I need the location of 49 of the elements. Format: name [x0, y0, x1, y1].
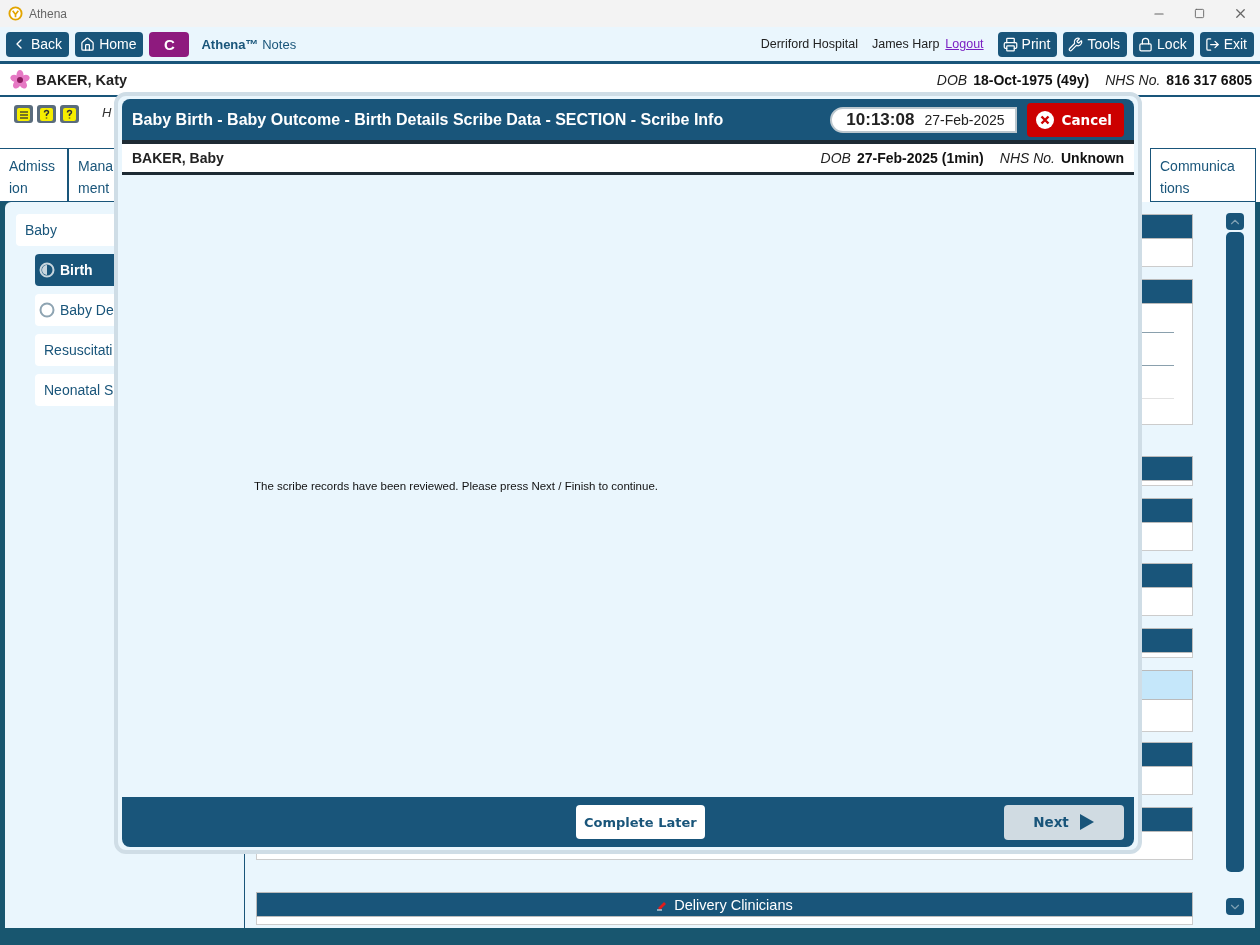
app-badge[interactable]: C: [149, 31, 190, 57]
home-button[interactable]: Home: [75, 31, 144, 57]
nhs-value: 816 317 6805: [1166, 71, 1252, 88]
dob-label: DOB: [936, 71, 968, 88]
tools-button[interactable]: Tools: [1063, 31, 1128, 57]
maximize-icon[interactable]: [1194, 8, 1205, 19]
circle-icon: [39, 302, 55, 318]
dob-value: 27-Feb-2025 (1min): [856, 150, 984, 166]
dialog-title: Baby Birth - Baby Outcome - Birth Details Scribe Data - SECTION - Scribe Info: [132, 110, 724, 129]
play-icon: [1078, 813, 1095, 831]
printer-icon: [1002, 36, 1018, 52]
exit-icon: [1204, 36, 1220, 52]
dob-value: 18-Oct-1975 (49y): [973, 71, 1090, 88]
clock-display: 10:13:08 27-Feb-2025: [830, 106, 1017, 133]
tab[interactable]: Admiss ion: [0, 148, 68, 202]
lock-button[interactable]: Lock: [1133, 31, 1194, 57]
alert-note: H: [102, 105, 112, 120]
app-logo-icon: [8, 6, 23, 21]
question-alert-icon[interactable]: [60, 105, 79, 123]
close-circle-icon: [1034, 109, 1055, 130]
nhs-label: NHS No.: [999, 150, 1055, 166]
app-name: Athena™ Notes: [201, 36, 297, 52]
home-icon: [80, 36, 96, 52]
dob-label: DOB: [820, 150, 851, 166]
section-header[interactable]: Delivery Clinicians: [256, 892, 1193, 917]
tab[interactable]: Communica tions: [1150, 148, 1256, 202]
lock-icon: [1138, 36, 1154, 52]
nhs-value: Unknown: [1061, 150, 1124, 166]
wrench-icon: [1068, 36, 1084, 52]
user-name: James Harp: [871, 37, 940, 51]
complete-later-button[interactable]: Complete Later: [576, 805, 705, 839]
hospital-name: Derriford Hospital: [760, 37, 858, 51]
cancel-button[interactable]: Cancel: [1026, 102, 1124, 137]
back-button[interactable]: Back: [6, 31, 70, 57]
print-button[interactable]: Print: [997, 31, 1058, 57]
scroll-down-button[interactable]: [1226, 898, 1244, 915]
scrollbar-thumb[interactable]: [1226, 232, 1244, 872]
exit-button[interactable]: Exit: [1199, 31, 1254, 57]
list-alert-icon[interactable]: [14, 105, 33, 123]
close-icon[interactable]: [1233, 6, 1248, 21]
question-alert-icon[interactable]: [37, 105, 56, 123]
patient-name: BAKER, Katy: [36, 71, 128, 88]
window-title: Athena: [29, 6, 68, 21]
logout-link[interactable]: Logout: [945, 37, 984, 51]
nhs-label: NHS No.: [1105, 71, 1161, 88]
half-circle-icon: [39, 262, 55, 278]
flower-icon: [10, 69, 30, 90]
scroll-up-button[interactable]: [1226, 213, 1244, 230]
dialog-message: The scribe records have been reviewed. Please press Next / Finish to continue.: [254, 480, 658, 492]
